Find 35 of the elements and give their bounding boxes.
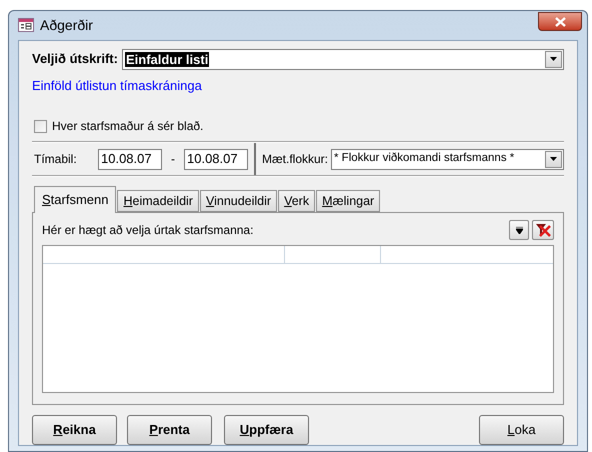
- tab[interactable]: Vinnudeildir: [200, 190, 278, 212]
- field-label: Mæt.flokkur:: [262, 151, 328, 168]
- combo-value: * Flokkur viðkomandi starfsmanns *: [334, 151, 514, 166]
- clear-filter-button[interactable]: [532, 220, 554, 240]
- report-combo-box[interactable]: Einfaldur listi: [122, 48, 564, 70]
- action-button[interactable]: Loka: [479, 415, 564, 445]
- tab[interactable]: Mælingar: [316, 190, 380, 212]
- field-label: Veljið útskrift:: [32, 50, 118, 68]
- report-description: Einföld útlistun tímaskráninga: [32, 76, 203, 95]
- combo-value: Einfaldur listi: [124, 52, 210, 66]
- action-button[interactable]: Uppfæra: [224, 415, 309, 445]
- tab[interactable]: Starfsmenn: [34, 186, 116, 213]
- group-combo-box[interactable]: * Flokkur viðkomandi starfsmanns *: [331, 148, 564, 170]
- form-icon: [18, 18, 34, 32]
- action-button[interactable]: Prenta: [127, 415, 212, 445]
- close-button[interactable]: [538, 12, 582, 31]
- caret-icon: [550, 157, 557, 161]
- instruction-text: Hér er hægt að velja úrtak starfsmanna:: [42, 222, 254, 239]
- tab[interactable]: Verk: [278, 190, 316, 212]
- dropdown-button[interactable]: [545, 150, 562, 168]
- field-label: Tímabil:: [34, 151, 78, 168]
- range-separator: -: [170, 151, 176, 168]
- action-button[interactable]: Reikna: [32, 415, 117, 445]
- checkbox-label: Hver starfsmaður á sér blað.: [52, 118, 204, 135]
- date-field[interactable]: 10.08.07: [98, 148, 162, 170]
- close-icon: [554, 16, 566, 26]
- sort-button[interactable]: [509, 220, 529, 240]
- date-field[interactable]: 10.08.07: [184, 148, 248, 170]
- checkbox[interactable]: [34, 120, 47, 132]
- window-title: Aðgerðir: [40, 16, 93, 35]
- tab[interactable]: Heimadeildir: [117, 190, 199, 212]
- dropdown-button[interactable]: [545, 50, 562, 68]
- filter-remove-icon: [535, 223, 551, 237]
- caret-icon: [550, 57, 557, 61]
- sort-down-icon: [516, 226, 522, 234]
